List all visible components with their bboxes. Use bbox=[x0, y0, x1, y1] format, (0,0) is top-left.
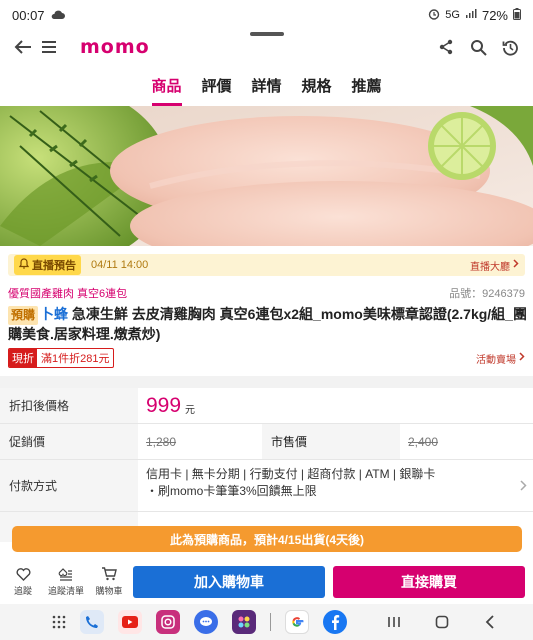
instagram-icon[interactable] bbox=[156, 610, 180, 634]
google-icon[interactable] bbox=[285, 610, 309, 634]
dock-separator bbox=[270, 613, 271, 631]
tab-details[interactable]: 詳情 bbox=[242, 72, 292, 106]
live-hall-link[interactable]: 直播大廳 bbox=[470, 258, 519, 273]
product-meta: 優質國產雞肉 真空6連包 品號：9246379 bbox=[8, 285, 525, 301]
cart-label: 購物車 bbox=[95, 586, 123, 596]
status-time: 00:07 bbox=[12, 7, 45, 23]
promo-price-label: 促銷價 bbox=[0, 424, 138, 459]
promo-tag-type: 現折 bbox=[9, 349, 37, 367]
track-list-label: 追蹤清單 bbox=[47, 585, 84, 596]
brand-link[interactable]: 卜蜂 bbox=[40, 306, 68, 322]
app-drawer-icon[interactable] bbox=[50, 610, 68, 634]
add-to-cart-button[interactable]: 加入購物車 bbox=[133, 566, 325, 598]
buy-now-button[interactable]: 直接購買 bbox=[333, 566, 525, 598]
messages-icon[interactable] bbox=[194, 610, 218, 634]
chevron-right-icon bbox=[513, 259, 519, 271]
product-title-text: 急凍生鮮 去皮清雞胸肉 真空6連包x2組_momo美味標章認證(2.7kg/組_… bbox=[8, 306, 527, 342]
bell-icon bbox=[18, 258, 30, 272]
recent-apps-icon[interactable] bbox=[381, 610, 407, 634]
track-list-icon bbox=[58, 567, 74, 584]
payment-row[interactable]: 付款方式 信用卡 | 無卡分期 | 行動支付 | 超商付款 | ATM | 銀聯… bbox=[0, 460, 533, 512]
product-image[interactable] bbox=[0, 106, 533, 246]
back-icon[interactable] bbox=[477, 610, 503, 634]
product-title: 預購 卜蜂 急凍生鮮 去皮清雞胸肉 真空6連包x2組_momo美味標章認證(2.7… bbox=[8, 305, 528, 344]
market-price: 2,400 bbox=[408, 434, 439, 449]
live-date: 04/11 14:00 bbox=[91, 259, 149, 271]
price-table: 折扣後價格 999 元 促銷價 1,280 市售價 2,400 付款方式 信用卡… bbox=[0, 388, 533, 542]
preorder-badge: 預購 bbox=[8, 306, 39, 325]
live-hall-link-label: 直播大廳 bbox=[470, 261, 510, 273]
track-button[interactable]: 追蹤 bbox=[6, 567, 40, 597]
chevron-right-icon bbox=[519, 352, 525, 364]
activity-link-label: 活動賣場 bbox=[476, 354, 516, 366]
payment-methods: 信用卡 | 無卡分期 | 行動支付 | 超商付款 | ATM | 銀聯卡 bbox=[146, 467, 436, 481]
section-divider bbox=[0, 376, 533, 388]
phone-icon[interactable] bbox=[80, 610, 104, 634]
tab-reviews[interactable]: 評價 bbox=[192, 72, 242, 106]
live-badge-label: 直播預告 bbox=[32, 260, 76, 272]
currency-unit: 元 bbox=[185, 405, 196, 416]
cart-icon bbox=[101, 567, 117, 584]
android-nav-bar bbox=[0, 604, 533, 640]
live-stream-banner[interactable]: 直播預告 04/11 14:00 直播大廳 bbox=[8, 254, 525, 276]
preorder-ship-notice: 此為預購商品，預計4/15出貨(4天後) bbox=[12, 526, 522, 552]
tab-specs[interactable]: 規格 bbox=[292, 72, 342, 106]
promo-tag-text: 滿1件折281元 bbox=[41, 353, 110, 365]
heart-icon bbox=[16, 567, 31, 584]
promo-row: 現折 滿1件折281元 活動賣場 bbox=[8, 348, 525, 368]
discount-price-row: 折扣後價格 999 元 bbox=[0, 388, 533, 424]
battery-icon bbox=[513, 7, 521, 23]
back-arrow-icon[interactable] bbox=[10, 34, 36, 60]
promo-tag[interactable]: 現折 滿1件折281元 bbox=[8, 348, 115, 368]
payment-label: 付款方式 bbox=[0, 460, 138, 511]
facebook-icon[interactable] bbox=[323, 610, 347, 634]
home-icon[interactable] bbox=[429, 610, 455, 634]
track-list-button[interactable]: 追蹤清單 bbox=[46, 567, 86, 597]
bottom-action-bar: 追蹤 追蹤清單 購物車 加入購物車 直接購買 bbox=[0, 562, 533, 602]
search-icon[interactable] bbox=[465, 34, 491, 60]
app-header: momo bbox=[0, 30, 533, 64]
market-price-label: 市售價 bbox=[262, 424, 400, 459]
puzzle-app-icon[interactable] bbox=[232, 610, 256, 634]
promo-price: 1,280 bbox=[146, 434, 177, 449]
cart-button[interactable]: 購物車 bbox=[92, 567, 126, 597]
battery-level: 72% bbox=[481, 7, 508, 23]
alarm-icon bbox=[428, 8, 440, 23]
product-tagline: 優質國產雞肉 真空6連包 bbox=[8, 288, 128, 300]
history-icon[interactable] bbox=[497, 34, 523, 60]
network-type: 5G bbox=[445, 9, 460, 21]
live-badge: 直播預告 bbox=[14, 255, 81, 275]
status-bar: 00:07 5G 72% bbox=[0, 0, 533, 30]
tab-product[interactable]: 商品 bbox=[142, 72, 192, 106]
discount-price: 999 bbox=[146, 393, 182, 417]
youtube-icon[interactable] bbox=[118, 610, 142, 634]
tab-recommend[interactable]: 推薦 bbox=[342, 72, 392, 106]
momo-logo[interactable]: momo bbox=[80, 36, 150, 58]
cloud-icon bbox=[51, 8, 65, 23]
track-label: 追蹤 bbox=[13, 585, 32, 596]
signal-icon bbox=[465, 8, 477, 22]
menu-icon[interactable] bbox=[36, 34, 62, 60]
activity-link[interactable]: 活動賣場 bbox=[476, 351, 525, 366]
share-icon[interactable] bbox=[433, 34, 459, 60]
section-tabs: 商品 評價 詳情 規格 推薦 bbox=[0, 72, 533, 106]
product-code: 品號：9246379 bbox=[449, 288, 525, 300]
promo-price-row: 促銷價 1,280 市售價 2,400 bbox=[0, 424, 533, 460]
payment-reward: ・刷momo卡筆筆3%回饋無上限 bbox=[146, 484, 317, 498]
chevron-right-icon bbox=[520, 478, 527, 494]
discount-price-label: 折扣後價格 bbox=[0, 388, 138, 423]
